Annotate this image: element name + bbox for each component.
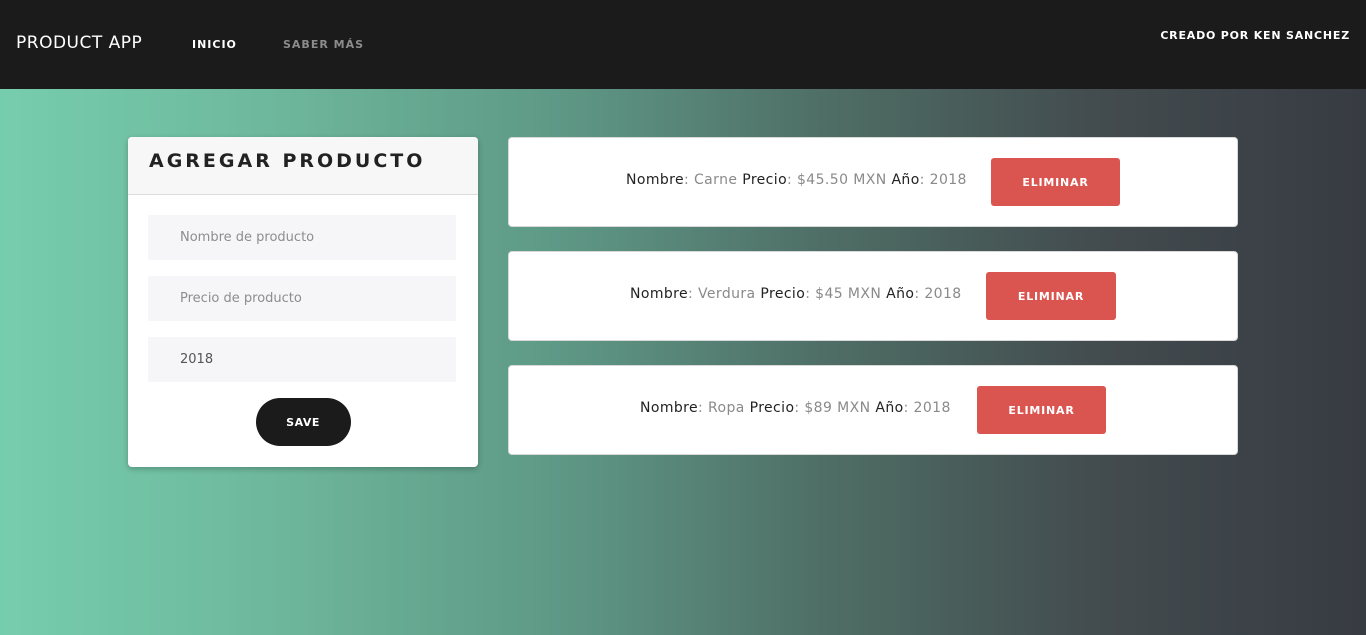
product-info: Nombre: Verdura Precio: $45 MXN Año: 201… bbox=[630, 286, 962, 302]
price-label: Precio bbox=[749, 400, 795, 416]
product-year: 2018 bbox=[924, 286, 962, 302]
label-separator: : bbox=[688, 286, 698, 302]
product-card: Nombre: Verdura Precio: $45 MXN Año: 201… bbox=[508, 251, 1238, 341]
product-name: Ropa bbox=[708, 400, 745, 416]
name-label: Nombre bbox=[640, 400, 699, 416]
product-name-input[interactable] bbox=[148, 215, 456, 260]
label-separator: : bbox=[914, 286, 925, 302]
add-product-form: SAVE bbox=[128, 195, 478, 446]
delete-button[interactable]: ELIMINAR bbox=[991, 158, 1120, 206]
label-separator: : bbox=[919, 172, 930, 188]
price-label: Precio bbox=[760, 286, 806, 302]
delete-button[interactable]: ELIMINAR bbox=[986, 272, 1116, 320]
nav-link-inicio[interactable]: INICIO bbox=[192, 38, 237, 51]
product-price: $45 MXN bbox=[815, 286, 882, 302]
name-label: Nombre bbox=[626, 172, 685, 188]
year-label: Año bbox=[891, 172, 920, 188]
label-separator: : bbox=[698, 400, 708, 416]
navbar: PRODUCT APP INICIO SABER MÁS CREADO POR … bbox=[0, 0, 1366, 89]
add-product-header: AGREGAR PRODUCTO bbox=[128, 137, 478, 195]
product-year: 2018 bbox=[913, 400, 951, 416]
save-button[interactable]: SAVE bbox=[255, 398, 351, 446]
nav-link-saber-mas[interactable]: SABER MÁS bbox=[283, 38, 364, 51]
product-info: Nombre: Carne Precio: $45.50 MXN Año: 20… bbox=[626, 172, 967, 188]
product-card: Nombre: Carne Precio: $45.50 MXN Año: 20… bbox=[508, 137, 1238, 227]
product-price: $45.50 MXN bbox=[797, 172, 887, 188]
product-year: 2018 bbox=[929, 172, 967, 188]
credit-text: CREADO POR KEN SANCHEZ bbox=[1160, 29, 1350, 42]
price-label: Precio bbox=[742, 172, 788, 188]
product-name: Carne bbox=[694, 172, 738, 188]
product-info: Nombre: Ropa Precio: $89 MXN Año: 2018 bbox=[640, 400, 951, 416]
add-product-title: AGREGAR PRODUCTO bbox=[149, 150, 426, 172]
brand-logo[interactable]: PRODUCT APP bbox=[16, 33, 142, 53]
year-label: Año bbox=[875, 400, 904, 416]
label-separator: : bbox=[684, 172, 694, 188]
name-label: Nombre bbox=[630, 286, 689, 302]
label-separator: : bbox=[794, 400, 805, 416]
label-separator: : bbox=[787, 172, 797, 188]
year-label: Año bbox=[886, 286, 915, 302]
label-separator: : bbox=[903, 400, 914, 416]
product-year-input[interactable] bbox=[148, 337, 456, 382]
product-price: $89 MXN bbox=[804, 400, 871, 416]
add-product-card: AGREGAR PRODUCTO SAVE bbox=[128, 137, 478, 467]
delete-button[interactable]: ELIMINAR bbox=[977, 386, 1106, 434]
product-price-input[interactable] bbox=[148, 276, 456, 321]
product-name: Verdura bbox=[698, 286, 756, 302]
label-separator: : bbox=[805, 286, 816, 302]
product-card: Nombre: Ropa Precio: $89 MXN Año: 2018 E… bbox=[508, 365, 1238, 455]
